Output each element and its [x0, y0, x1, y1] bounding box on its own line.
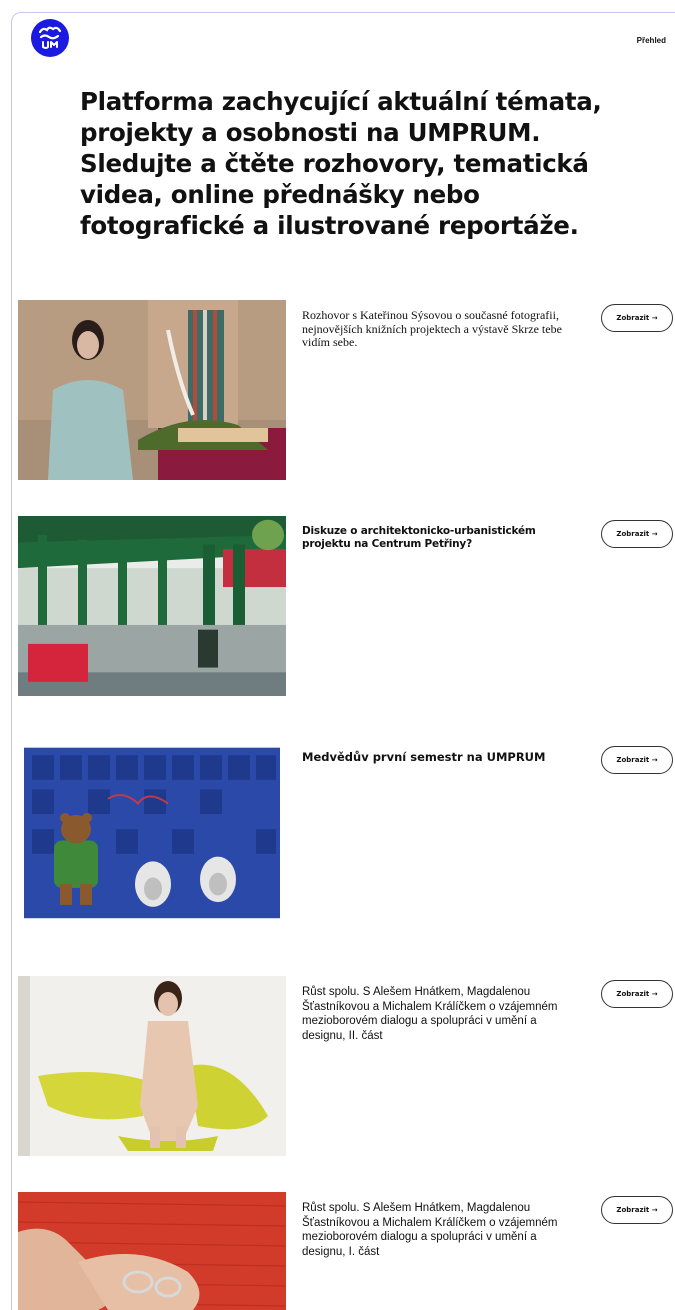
item-thumbnail[interactable] — [18, 516, 286, 696]
nav-overview-link[interactable]: Přehled — [637, 36, 666, 45]
umprum-logo[interactable] — [31, 19, 69, 57]
show-button[interactable]: Zobrazit → — [601, 520, 673, 548]
item-thumbnail[interactable] — [18, 300, 286, 480]
show-button[interactable]: Zobrazit → — [601, 980, 673, 1008]
item-thumbnail[interactable] — [18, 742, 286, 922]
item-thumbnail[interactable] — [18, 976, 286, 1156]
item-title[interactable]: Rozhovor s Kateřinou Sýsovou o současné … — [302, 308, 572, 350]
item-title[interactable]: Medvědův první semestr na UMPRUM — [302, 750, 572, 765]
item-title[interactable]: Diskuze o architektonicko-urbanistickém … — [302, 525, 572, 551]
intro-text: Platforma zachycující aktuální témata, p… — [80, 87, 602, 240]
item-title[interactable]: Růst spolu. S Alešem Hnátkem, Magdalenou… — [302, 985, 572, 1043]
show-button[interactable]: Zobrazit → — [601, 1196, 673, 1224]
item-thumbnail[interactable] — [18, 1192, 286, 1310]
logo-mark-icon — [38, 26, 62, 49]
show-button[interactable]: Zobrazit → — [601, 746, 673, 774]
show-button[interactable]: Zobrazit → — [601, 304, 673, 332]
item-title[interactable]: Růst spolu. S Alešem Hnátkem, Magdalenou… — [302, 1201, 572, 1259]
